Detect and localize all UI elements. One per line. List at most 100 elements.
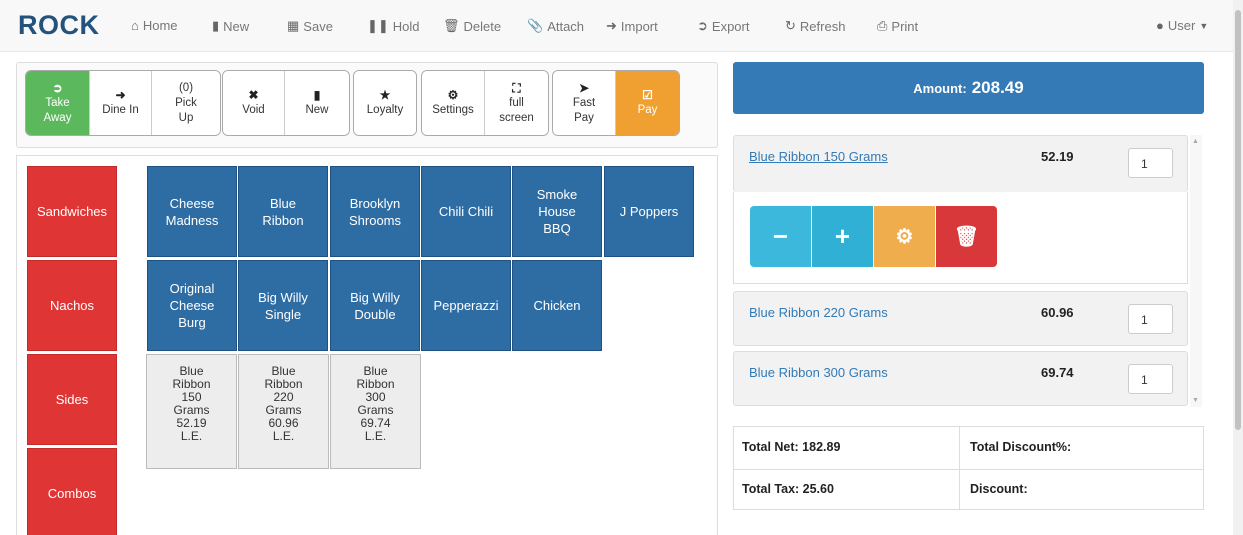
product-brooklyn-shrooms[interactable]: Brooklyn Shrooms <box>330 166 420 257</box>
refresh-icon: ↻ <box>785 18 796 33</box>
variant-blue-ribbon-150[interactable]: Blue Ribbon 150 Grams 52.19 L.E. <box>146 354 237 469</box>
nav-print[interactable]: ⎙ Print <box>877 18 918 34</box>
trash-icon: 🗑 <box>953 226 980 248</box>
product-pepperazzi[interactable]: Pepperazzi <box>421 260 511 351</box>
quantity-input[interactable]: 1 <box>1128 364 1173 394</box>
product-blue-ribbon[interactable]: Blue Ribbon <box>238 166 328 257</box>
pause-icon: ❚❚ <box>367 18 389 33</box>
fullscreen-icon: ⛶ <box>512 80 521 95</box>
product-big-willy-single[interactable]: Big Willy Single <box>238 260 328 351</box>
nav-export[interactable]: ➲ Export <box>697 18 749 34</box>
product-chili-chili[interactable]: Chili Chili <box>421 166 511 257</box>
user-menu[interactable]: ● User ▼ <box>1156 18 1208 33</box>
gear-icon: ⚙ <box>895 226 914 248</box>
scroll-up-icon[interactable]: ▲ <box>1192 138 1199 145</box>
quantity-input[interactable]: 1 <box>1128 148 1173 178</box>
take-away-button[interactable]: ➲ Take Away <box>26 71 90 135</box>
minus-icon: − <box>772 221 789 251</box>
pick-up-button[interactable]: (0) Pick Up <box>152 71 220 135</box>
divider <box>734 469 1203 470</box>
remove-line-button[interactable]: 🗑 <box>936 206 997 267</box>
sign-in-icon: ➜ <box>606 18 617 33</box>
product-chicken[interactable]: Chicken <box>512 260 602 351</box>
save-icon: ▦ <box>287 18 300 33</box>
total-tax: Total Tax: 25.60 <box>742 482 834 496</box>
category-combos[interactable]: Combos <box>27 448 117 535</box>
sign-out-icon: ➲ <box>697 18 708 33</box>
amount-value: 208.49 <box>971 78 1024 97</box>
order-type-group: ➲ Take Away ➜ Dine In (0) Pick Up <box>25 70 221 136</box>
total-net: Total Net: 182.89 <box>742 440 841 454</box>
variant-blue-ribbon-300[interactable]: Blue Ribbon 300 Grams 69.74 L.E. <box>330 354 421 469</box>
category-sides[interactable]: Sides <box>27 354 117 445</box>
nav-new[interactable]: ▮ New <box>212 18 249 34</box>
plus-icon: + <box>834 221 851 251</box>
divider <box>959 427 960 509</box>
scroll-down-icon[interactable]: ▼ <box>1192 397 1199 404</box>
star-icon: ★ <box>379 88 391 102</box>
caret-down-icon: ▼ <box>1199 20 1209 31</box>
nav-delete[interactable]: 🗑 Delete <box>443 18 501 34</box>
totals-table: Total Net: 182.89 Total Discount%: Total… <box>733 426 1204 510</box>
settings-button[interactable]: ⚙ Settings <box>422 71 485 135</box>
fast-pay-button[interactable]: ➤ Fast Pay <box>553 71 616 135</box>
file-icon: ▮ <box>212 18 220 33</box>
print-icon: ⎙ <box>877 18 888 33</box>
gear-icon: ⚙ <box>447 88 459 102</box>
user-icon: ● <box>1156 18 1164 33</box>
nav-attach[interactable]: 📎 Attach <box>527 18 584 34</box>
order-line-actions: − + ⚙ 🗑 <box>733 192 1188 284</box>
nav-import[interactable]: ➜ Import <box>606 18 658 34</box>
line-settings-button[interactable]: ⚙ <box>874 206 935 267</box>
product-cheese-madness[interactable]: Cheese Madness <box>147 166 237 257</box>
brand-logo[interactable]: ROCK <box>18 10 100 41</box>
sign-out-icon: ➲ <box>52 80 63 95</box>
loyalty-group: ★ Loyalty <box>353 70 417 136</box>
quantity-input[interactable]: 1 <box>1128 304 1173 334</box>
dine-in-button[interactable]: ➜ Dine In <box>90 71 152 135</box>
menu-panel: Sandwiches Nachos Sides Combos Cheese Mad… <box>16 155 718 535</box>
new-order-button[interactable]: ▮ New <box>285 71 349 135</box>
order-line-name[interactable]: Blue Ribbon 300 Grams <box>749 365 888 380</box>
product-original-cheese-burg[interactable]: Original Cheese Burg <box>147 260 237 351</box>
check-square-icon: ☑ <box>642 88 653 102</box>
home-icon: ⌂ <box>131 18 139 33</box>
loyalty-button[interactable]: ★ Loyalty <box>354 71 416 135</box>
page-scrollbar-thumb[interactable] <box>1235 10 1241 430</box>
increase-quantity-button[interactable]: + <box>812 206 873 267</box>
variant-blue-ribbon-220[interactable]: Blue Ribbon 220 Grams 60.96 L.E. <box>238 354 329 469</box>
order-line-name[interactable]: Blue Ribbon 150 Grams <box>749 149 888 164</box>
void-button[interactable]: ✖ Void <box>223 71 285 135</box>
amount-label: Amount: <box>913 80 967 96</box>
action-toolbar: ➲ Take Away ➜ Dine In (0) Pick Up ✖ Void… <box>16 62 718 148</box>
product-j-poppers[interactable]: J Poppers <box>604 166 694 257</box>
paperclip-icon: 📎 <box>527 18 544 33</box>
order-line[interactable]: Blue Ribbon 150 Grams 52.19 1 <box>733 135 1188 192</box>
pay-group: ➤ Fast Pay ☑ Pay <box>552 70 680 136</box>
nav-save[interactable]: ▦ Save <box>287 18 333 34</box>
product-big-willy-double[interactable]: Big Willy Double <box>330 260 420 351</box>
settings-group: ⚙ Settings ⛶ full screen <box>421 70 549 136</box>
total-discount-percent: Total Discount%: <box>970 440 1072 454</box>
sign-in-icon: ➜ <box>115 88 126 102</box>
nav-hold[interactable]: ❚❚ Hold <box>367 18 420 34</box>
amount-banner: Amount: 208.49 <box>733 62 1204 114</box>
pay-button[interactable]: ☑ Pay <box>616 71 679 135</box>
category-nachos[interactable]: Nachos <box>27 260 117 351</box>
page-scrollbar[interactable] <box>1233 0 1243 535</box>
product-smoke-house-bbq[interactable]: Smoke House BBQ <box>512 166 602 257</box>
order-line-price: 69.74 <box>1041 365 1074 380</box>
category-sandwiches[interactable]: Sandwiches <box>27 166 117 257</box>
order-line-name[interactable]: Blue Ribbon 220 Grams <box>749 305 888 320</box>
decrease-quantity-button[interactable]: − <box>750 206 811 267</box>
fullscreen-button[interactable]: ⛶ full screen <box>485 71 548 135</box>
share-arrow-icon: ➤ <box>578 80 590 95</box>
order-line[interactable]: Blue Ribbon 300 Grams 69.74 1 <box>733 351 1188 406</box>
order-line[interactable]: Blue Ribbon 220 Grams 60.96 1 <box>733 291 1188 346</box>
order-line-price: 60.96 <box>1041 305 1074 320</box>
void-new-group: ✖ Void ▮ New <box>222 70 350 136</box>
discount: Discount: <box>970 482 1028 496</box>
nav-home[interactable]: ⌂ Home <box>131 18 178 33</box>
order-list-scrollbar[interactable]: ▲ ▼ <box>1190 135 1202 407</box>
nav-refresh[interactable]: ↻ Refresh <box>785 18 845 34</box>
